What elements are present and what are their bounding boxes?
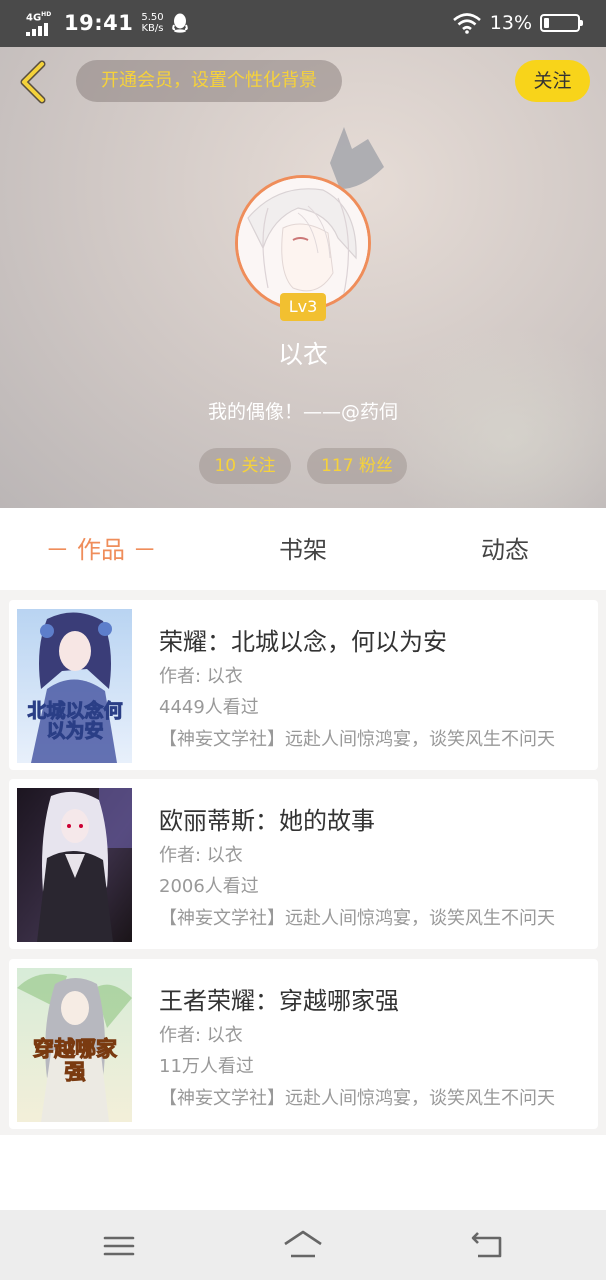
book-title: 王者荣耀：穿越哪家强 [159, 987, 399, 1015]
back-button[interactable] [14, 59, 54, 105]
tab-bookshelf[interactable]: 书架 [202, 508, 404, 590]
book-views: 2006人看过 [159, 876, 259, 897]
book-author: 作者: 以衣 [159, 1025, 243, 1046]
following-count[interactable]: 10 关注 [199, 448, 291, 484]
level-badge: Lv3 [280, 293, 326, 321]
book-views: 11万人看过 [159, 1056, 254, 1077]
book-card[interactable]: 欧丽蒂斯：她的故事 作者: 以衣 2006人看过 【神妄文学社】远赴人间惊鸿宴，… [9, 779, 598, 949]
cellular-signal-icon: 4GHD [26, 10, 56, 36]
system-nav-bar [0, 1210, 606, 1280]
book-cover-title: 北城以念何以为安 [27, 700, 123, 742]
status-time: 19:41 [64, 11, 134, 35]
list-end-space [0, 1135, 606, 1210]
vip-background-prompt[interactable]: 开通会员，设置个性化背景 [76, 60, 342, 102]
tab-activity[interactable]: 动态 [404, 508, 606, 590]
follow-button[interactable]: 关注 [515, 60, 590, 102]
book-title: 欧丽蒂斯：她的故事 [159, 807, 375, 835]
avatar[interactable] [235, 175, 371, 311]
book-cover [17, 788, 132, 942]
status-bar: 4GHD 19:41 5.50 KB/s 13% [0, 0, 606, 47]
avatar-image [238, 178, 368, 308]
home-icon[interactable] [283, 1226, 323, 1266]
wifi-icon [452, 13, 481, 34]
book-author: 作者: 以衣 [159, 666, 243, 687]
book-cover: 穿越哪家强 [17, 968, 132, 1122]
profile-tabs: － 作品 － 书架 动态 [0, 508, 606, 590]
book-card[interactable]: 北城以念何以为安 荣耀：北城以念，何以为安 作者: 以衣 4449人看过 【神妄… [9, 600, 598, 770]
book-description: 【神妄文学社】远赴人间惊鸿宴，谈笑风生不问天 [159, 908, 555, 929]
username: 以衣 [277, 340, 328, 369]
battery-percent: 13% [489, 12, 532, 34]
qq-penguin-icon [171, 13, 188, 33]
menu-icon[interactable] [99, 1226, 139, 1266]
tab-works[interactable]: － 作品 － [0, 508, 202, 590]
book-list: 北城以念何以为安 荣耀：北城以念，何以为安 作者: 以衣 4449人看过 【神妄… [0, 590, 606, 1135]
profile-header: 开通会员，设置个性化背景 关注 Lv3 以衣 我的偶像！——@药伺 10 关注 … [0, 47, 606, 508]
user-signature: 我的偶像！——@药伺 [207, 401, 398, 423]
network-speed: 5.50 KB/s [141, 12, 164, 34]
battery-icon [540, 14, 583, 32]
book-card[interactable]: 穿越哪家强 王者荣耀：穿越哪家强 作者: 以衣 11万人看过 【神妄文学社】远赴… [9, 959, 598, 1129]
book-cover-title: 穿越哪家强 [33, 1037, 118, 1084]
fans-count[interactable]: 117 粉丝 [307, 448, 407, 484]
back-icon[interactable] [468, 1226, 508, 1266]
book-views: 4449人看过 [159, 697, 259, 718]
book-author: 作者: 以衣 [159, 845, 243, 866]
book-cover: 北城以念何以为安 [17, 609, 132, 763]
book-title: 荣耀：北城以念，何以为安 [159, 628, 447, 656]
book-description: 【神妄文学社】远赴人间惊鸿宴，谈笑风生不问天 [159, 729, 555, 750]
book-description: 【神妄文学社】远赴人间惊鸿宴，谈笑风生不问天 [159, 1088, 555, 1109]
